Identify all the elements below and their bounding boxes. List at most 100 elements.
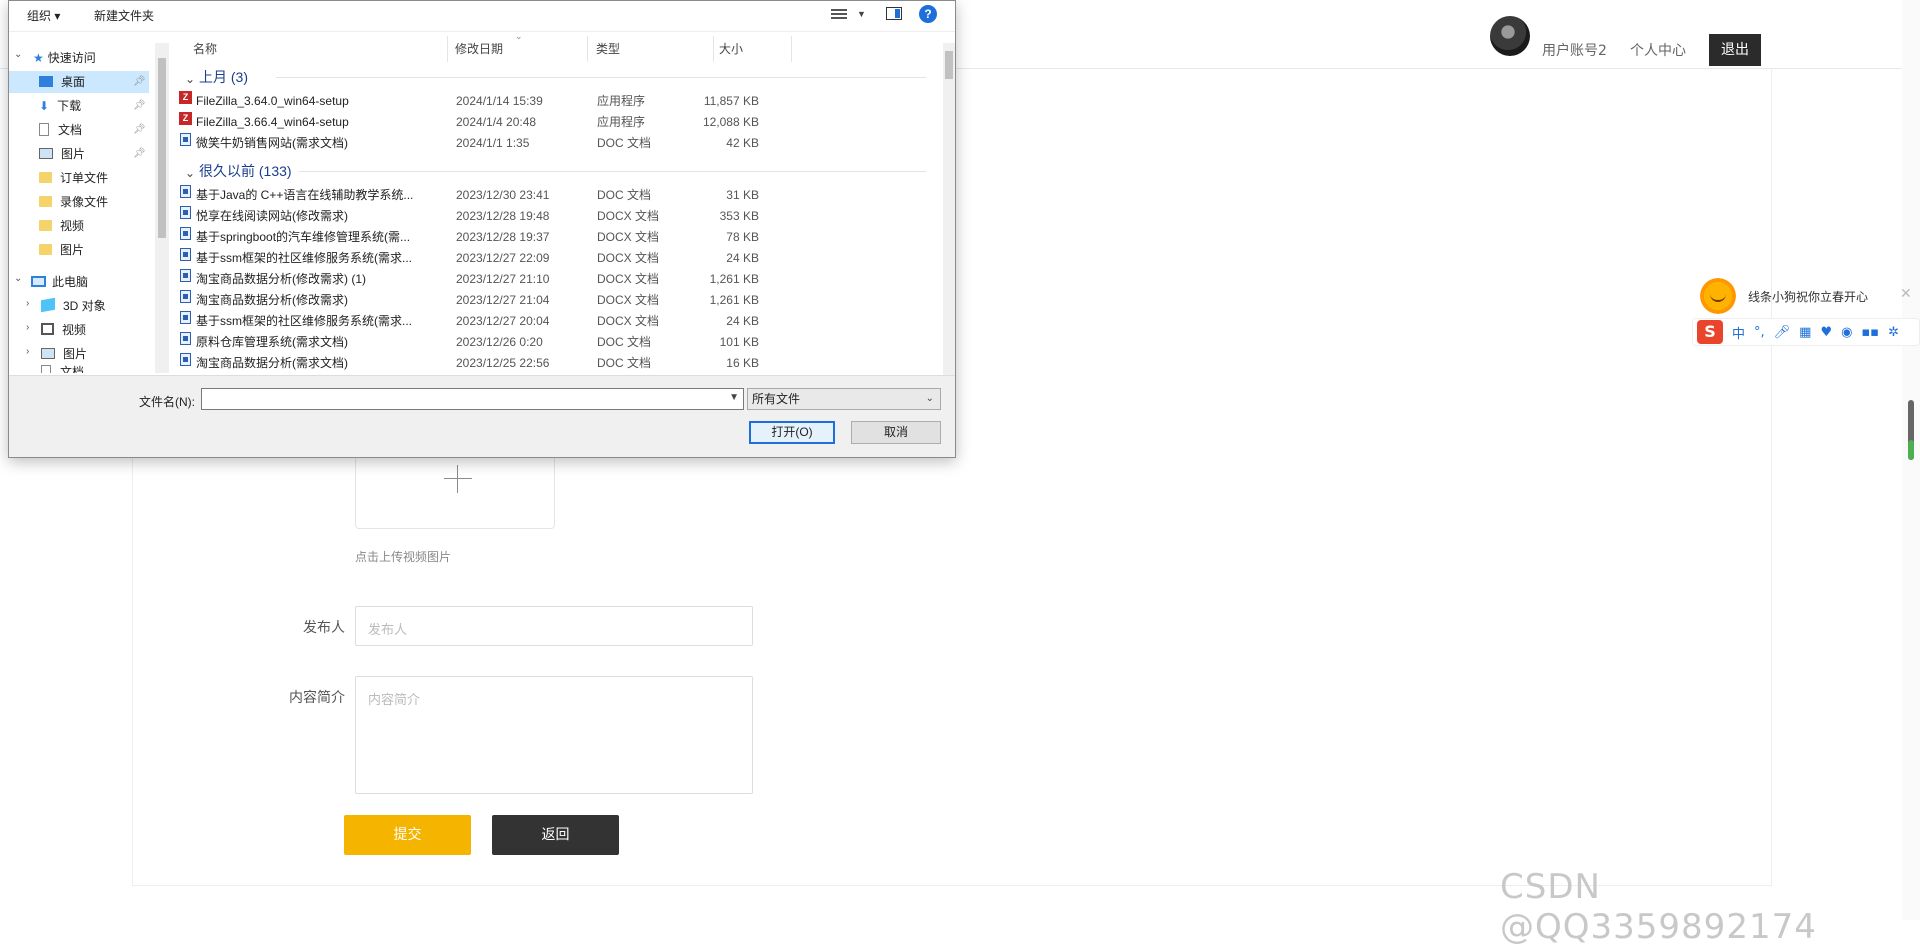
doc-icon bbox=[180, 311, 191, 324]
publisher-input[interactable]: 发布人 bbox=[355, 606, 753, 646]
chevron-down-icon[interactable]: ▼ bbox=[857, 9, 866, 19]
file-row[interactable]: Z FileZilla_3.64.0_win64-setup 2024/1/14… bbox=[179, 91, 939, 112]
file-row[interactable]: 淘宝商品数据分析(修改需求) 2023/12/27 21:04 DOCX 文档 … bbox=[179, 290, 939, 311]
view-mode-icon[interactable] bbox=[831, 7, 847, 21]
file-row[interactable]: 微笑牛奶销售网站(需求文档) 2024/1/1 1:35 DOC 文档 42 K… bbox=[179, 133, 939, 154]
file-type: DOC 文档 bbox=[597, 335, 652, 349]
nav-item-pc-pictures[interactable]: 图片 bbox=[41, 343, 87, 365]
toolbox-icon[interactable]: ◉ bbox=[1841, 325, 1852, 340]
nav-item-3d-objects[interactable]: 3D 对象 bbox=[41, 295, 106, 317]
filezilla-icon: Z bbox=[179, 91, 192, 104]
column-separator[interactable] bbox=[447, 36, 448, 62]
file-row[interactable]: 基于ssm框架的社区维修服务系统(需求... 2023/12/27 22:09 … bbox=[179, 248, 939, 269]
group-header-last-month[interactable]: 上月 (3) bbox=[199, 67, 248, 87]
nav-item-videos[interactable]: 视频 bbox=[39, 215, 84, 237]
skin-icon[interactable]: ♥ bbox=[1820, 325, 1832, 340]
file-date: 2024/1/4 20:48 bbox=[456, 115, 537, 129]
file-row[interactable]: 悦享在线阅读网站(修改需求) 2023/12/28 19:48 DOCX 文档 … bbox=[179, 206, 939, 227]
new-folder-button[interactable]: 新建文件夹 bbox=[94, 7, 154, 24]
file-type: DOCX 文档 bbox=[597, 230, 660, 244]
nav-item-pc-documents[interactable]: 文档 bbox=[41, 365, 84, 373]
column-header-type[interactable]: 类型 bbox=[596, 36, 620, 62]
column-separator[interactable] bbox=[713, 36, 714, 62]
ime-tip[interactable]: 线条小狗祝你立春开心 ✕ bbox=[1700, 278, 1915, 318]
file-type-select[interactable]: 所有文件 ⌄ bbox=[747, 388, 941, 410]
scroll-thumb[interactable] bbox=[945, 51, 953, 79]
nav-item-order-files[interactable]: 订单文件 bbox=[39, 167, 108, 189]
nav-item-downloads[interactable]: ⬇ 下载 📌︎ bbox=[39, 95, 149, 117]
file-open-dialog: 组织 ▾ 新建文件夹 ▼ ? ⌄ ★ 快速访问 桌面 📌︎ ⬇ 下载 📌︎ 文档 📌… bbox=[8, 0, 956, 458]
ime-toolbar[interactable]: S 中 °, 🎤︎ ▦ ♥ ◉ ▪▪ ✲ bbox=[1692, 318, 1920, 346]
file-row[interactable]: 原料仓库管理系统(需求文档) 2023/12/26 0:20 DOC 文档 10… bbox=[179, 332, 939, 353]
chevron-down-icon[interactable]: ⌄ bbox=[185, 72, 195, 86]
pin-icon[interactable]: 📌︎ bbox=[133, 119, 146, 141]
pin-icon[interactable]: 📌︎ bbox=[133, 71, 146, 93]
nav-item-recording-files[interactable]: 录像文件 bbox=[39, 191, 108, 213]
filename-input[interactable]: ▼ bbox=[201, 388, 744, 410]
submit-button[interactable]: 提交 bbox=[344, 815, 471, 855]
chevron-down-icon[interactable]: ⌄ bbox=[185, 166, 195, 180]
nav-quick-access[interactable]: ★ 快速访问 bbox=[33, 47, 96, 69]
nav-scrollbar[interactable] bbox=[155, 43, 169, 373]
file-row[interactable]: Z FileZilla_3.66.4_win64-setup 2024/1/4 … bbox=[179, 112, 939, 133]
column-header-name[interactable]: 名称 bbox=[193, 36, 217, 62]
chevron-down-icon[interactable]: ▼ bbox=[729, 392, 739, 403]
avatar[interactable] bbox=[1490, 16, 1530, 56]
chevron-down-icon[interactable]: ⌄ bbox=[14, 273, 22, 284]
ime-tip-text: 线条小狗祝你立春开心 bbox=[1748, 290, 1869, 304]
logout-button[interactable]: 退出 bbox=[1709, 34, 1761, 66]
chevron-right-icon[interactable]: › bbox=[26, 346, 29, 357]
file-row[interactable]: 基于ssm框架的社区维修服务系统(需求... 2023/12/27 20:04 … bbox=[179, 311, 939, 332]
pin-icon[interactable]: 📌︎ bbox=[133, 143, 146, 165]
file-list-pane: 名称 ⌄ 修改日期 类型 大小 ⌄ 上月 (3) Z FileZilla_3.6… bbox=[171, 31, 941, 376]
ime-lang-toggle[interactable]: 中 bbox=[1732, 323, 1745, 342]
column-separator[interactable] bbox=[587, 36, 588, 62]
keyboard-icon[interactable]: ▦ bbox=[1799, 325, 1811, 340]
help-icon[interactable]: ? bbox=[919, 5, 937, 23]
scroll-thumb[interactable] bbox=[158, 58, 166, 238]
file-row[interactable]: 淘宝商品数据分析(修改需求) (1) 2023/12/27 21:10 DOCX… bbox=[179, 269, 939, 290]
preview-pane-icon[interactable] bbox=[886, 7, 902, 20]
open-button[interactable]: 打开(O) bbox=[749, 421, 835, 444]
organize-menu[interactable]: 组织 ▾ bbox=[27, 7, 60, 24]
nav-item-pictures-folder[interactable]: 图片 bbox=[39, 239, 84, 261]
nav-item-pc-videos[interactable]: 视频 bbox=[41, 319, 86, 341]
page-scrollbar[interactable] bbox=[1902, 0, 1920, 920]
nav-item-desktop[interactable]: 桌面 📌︎ bbox=[9, 71, 149, 93]
chevron-right-icon[interactable]: › bbox=[26, 298, 29, 309]
nav-this-pc[interactable]: 此电脑 bbox=[31, 271, 88, 293]
doc-icon bbox=[180, 206, 191, 219]
user-account-link[interactable]: 用户账号2 bbox=[1542, 40, 1607, 60]
file-row[interactable]: 淘宝商品数据分析(需求文档) 2023/12/25 22:56 DOC 文档 1… bbox=[179, 353, 939, 374]
file-row[interactable]: 基于Java的 C++语言在线辅助教学系统... 2023/12/30 23:4… bbox=[179, 185, 939, 206]
file-type: DOCX 文档 bbox=[597, 272, 660, 286]
file-name: 淘宝商品数据分析(修改需求) bbox=[196, 293, 348, 307]
file-name: 原料仓库管理系统(需求文档) bbox=[196, 335, 348, 349]
grid-menu-icon[interactable]: ▪▪ bbox=[1861, 325, 1879, 340]
column-separator[interactable] bbox=[791, 36, 792, 62]
column-header-size[interactable]: 大小 bbox=[719, 36, 743, 62]
summary-textarea[interactable]: 内容简介 bbox=[355, 676, 753, 794]
nav-item-pictures[interactable]: 图片 📌︎ bbox=[39, 143, 149, 165]
profile-link[interactable]: 个人中心 bbox=[1630, 40, 1686, 60]
group-header-long-ago[interactable]: 很久以前 (133) bbox=[199, 161, 292, 181]
file-list-scrollbar[interactable] bbox=[943, 43, 955, 375]
sogou-logo-icon[interactable]: S bbox=[1697, 320, 1723, 344]
file-row[interactable]: 基于springboot的汽车维修管理系统(需... 2023/12/28 19… bbox=[179, 227, 939, 248]
chevron-right-icon[interactable]: › bbox=[26, 322, 29, 333]
file-size: 1,261 KB bbox=[709, 272, 759, 286]
pin-icon[interactable]: 📌︎ bbox=[133, 95, 146, 117]
column-header-date[interactable]: 修改日期 bbox=[455, 36, 503, 62]
microphone-icon[interactable]: 🎤︎ bbox=[1774, 325, 1791, 340]
doc-icon bbox=[180, 269, 191, 282]
nav-label: 图片 bbox=[63, 347, 88, 361]
gear-icon[interactable]: ✲ bbox=[1888, 325, 1899, 340]
cancel-button[interactable]: 取消 bbox=[851, 421, 941, 444]
file-date: 2023/12/30 23:41 bbox=[456, 188, 550, 202]
close-icon[interactable]: ✕ bbox=[1900, 286, 1912, 302]
file-type: DOC 文档 bbox=[597, 188, 652, 202]
chevron-down-icon[interactable]: ⌄ bbox=[14, 49, 22, 60]
back-button[interactable]: 返回 bbox=[492, 815, 619, 855]
punctuation-icon[interactable]: °, bbox=[1754, 325, 1765, 340]
nav-item-documents[interactable]: 文档 📌︎ bbox=[39, 119, 149, 141]
